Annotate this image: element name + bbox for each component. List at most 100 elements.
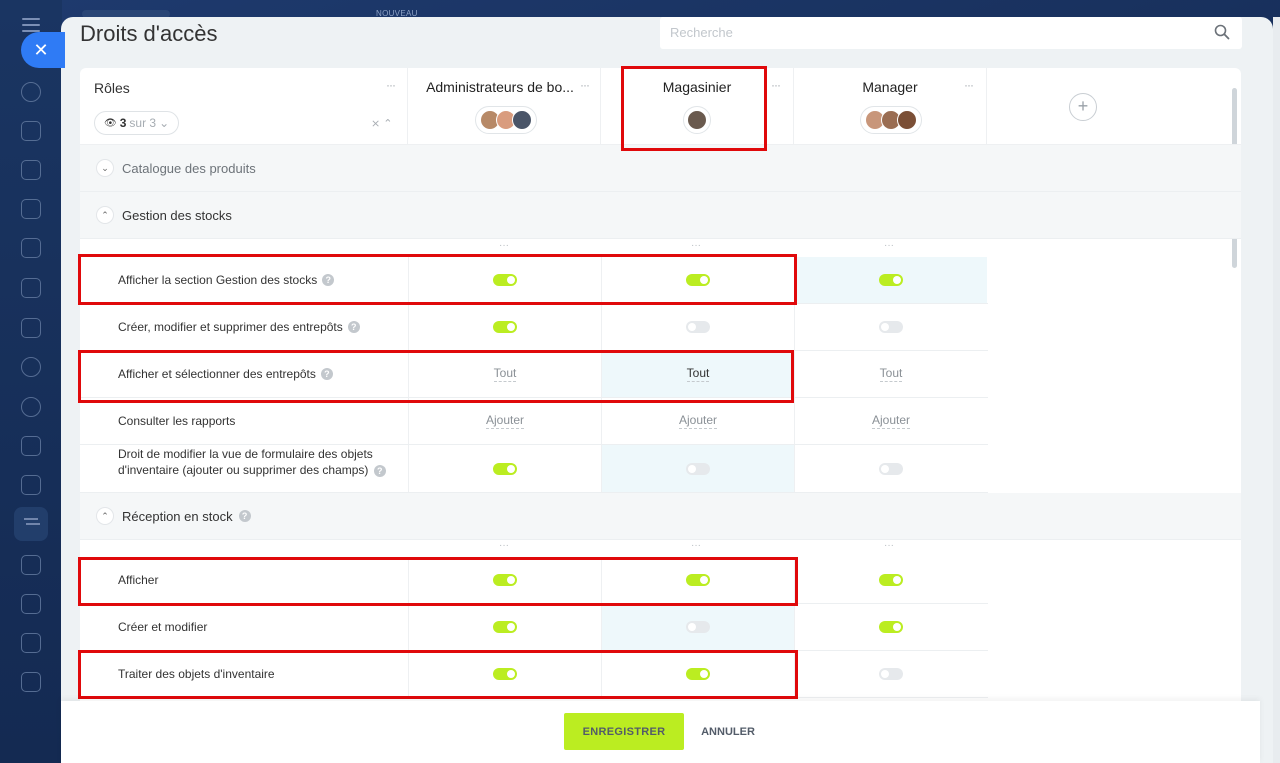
permission-cell[interactable]: [794, 445, 987, 492]
roles-menu-button[interactable]: ···: [386, 78, 396, 92]
permission-cell[interactable]: [794, 557, 987, 603]
toggle-switch[interactable]: [879, 574, 903, 586]
close-panel-button[interactable]: ✕: [21, 32, 65, 68]
roles-count-filter[interactable]: 👁 3 sur 3 ⌄: [94, 111, 180, 135]
sidebar-crm-icon[interactable]: [21, 278, 41, 298]
toggle-switch[interactable]: [879, 274, 903, 286]
permission-cell[interactable]: [794, 604, 987, 650]
chevron-down-icon[interactable]: ⌄: [96, 159, 114, 177]
expand-collapse-icon[interactable]: ⨯ ⌃: [371, 117, 393, 130]
sidebar-calendar-icon[interactable]: [21, 199, 41, 219]
highlight-box: [78, 350, 794, 403]
permission-row: Droit de modifier la vue de formulaire d…: [80, 445, 988, 493]
toggle-switch[interactable]: [686, 621, 710, 633]
highlight-box: [78, 650, 798, 699]
sidebar-chat-icon[interactable]: [21, 121, 41, 141]
search-box[interactable]: [660, 17, 1242, 49]
sidebar-check-icon[interactable]: [21, 475, 41, 495]
permission-cell[interactable]: [408, 604, 601, 650]
column-menu-button[interactable]: ···: [884, 240, 894, 251]
column-menu-button[interactable]: ···: [691, 540, 701, 551]
role-header-manager[interactable]: Manager ···: [794, 68, 987, 145]
section-stock-receipt[interactable]: ⌃ Réception en stock ?: [80, 493, 1241, 540]
help-icon[interactable]: ?: [238, 510, 251, 522]
sidebar-more-icon[interactable]: [21, 672, 41, 692]
chevron-up-icon[interactable]: ⌃: [96, 507, 114, 525]
column-menu-button[interactable]: ···: [499, 240, 509, 251]
sidebar-cart-icon[interactable]: [21, 594, 41, 614]
permission-text: Droit de modifier la vue de formulaire d…: [118, 447, 373, 477]
search-input[interactable]: [670, 17, 1190, 47]
search-icon[interactable]: [1214, 24, 1230, 40]
eye-icon: 👁: [104, 117, 117, 129]
help-icon[interactable]: ?: [347, 321, 360, 333]
toggle-switch[interactable]: [879, 668, 903, 680]
permission-cell[interactable]: [601, 304, 794, 350]
help-icon[interactable]: ?: [373, 464, 386, 477]
permission-value[interactable]: Ajouter: [678, 413, 718, 429]
toggle-switch[interactable]: [493, 621, 517, 633]
permission-cell[interactable]: Ajouter: [794, 398, 987, 444]
permission-value[interactable]: Ajouter: [485, 413, 525, 429]
sidebar-mail-icon[interactable]: [21, 318, 41, 338]
add-role-button[interactable]: +: [1069, 93, 1097, 121]
column-menus-row: ··· ··· ···: [80, 540, 988, 557]
column-menu-button[interactable]: ···: [691, 240, 701, 251]
permission-cell[interactable]: [794, 257, 987, 303]
toggle-switch[interactable]: [879, 621, 903, 633]
sidebar-board-icon[interactable]: [21, 436, 41, 456]
highlight-box: [78, 557, 798, 606]
toggle-switch[interactable]: [686, 462, 710, 475]
permission-value[interactable]: Tout: [879, 366, 903, 382]
permission-cell[interactable]: [408, 445, 601, 492]
sidebar-contacts-icon[interactable]: [21, 357, 41, 377]
toggle-switch[interactable]: [686, 321, 710, 333]
panel-edge: [1273, 17, 1280, 763]
role-menu-button[interactable]: ···: [771, 78, 781, 92]
permission-cell[interactable]: Ajouter: [601, 398, 794, 444]
permission-cell[interactable]: [794, 304, 987, 350]
section-stock-management[interactable]: ⌃ Gestion des stocks: [80, 192, 1241, 239]
highlight-box: [621, 66, 767, 151]
chevron-down-icon: ⌄: [159, 116, 170, 130]
permission-cell[interactable]: Ajouter: [408, 398, 601, 444]
close-icon: ✕: [33, 40, 49, 60]
permission-cell[interactable]: [601, 604, 794, 650]
chevron-up-icon[interactable]: ⌃: [96, 206, 114, 224]
permission-row: Créer et modifier: [80, 604, 988, 651]
column-menu-button[interactable]: ···: [884, 540, 894, 551]
toggle-switch[interactable]: [879, 321, 903, 333]
sidebar-automation-icon[interactable]: [21, 397, 41, 417]
permission-cell[interactable]: [794, 651, 987, 697]
role-header-admins[interactable]: Administrateurs de bo... ···: [408, 68, 601, 145]
role-menu-button[interactable]: ···: [964, 78, 974, 92]
sidebar-inventory-icon[interactable]: [14, 507, 48, 541]
permission-value[interactable]: Ajouter: [871, 413, 911, 429]
cancel-button[interactable]: ANNULER: [693, 713, 763, 750]
toggle-switch[interactable]: [879, 462, 903, 475]
role-menu-button[interactable]: ···: [580, 78, 590, 92]
roles-header-cell: Rôles ··· 👁 3 sur 3 ⌄ ⨯ ⌃: [80, 68, 408, 145]
sidebar-store-icon[interactable]: [21, 633, 41, 653]
avatar-group[interactable]: [475, 106, 537, 134]
permission-label: Droit de modifier la vue de formulaire d…: [118, 445, 408, 492]
roles-count-suffix: sur 3: [129, 116, 157, 130]
permission-cell[interactable]: Tout: [794, 351, 987, 397]
column-menu-button[interactable]: ···: [499, 540, 509, 551]
roles-count-value: 3: [119, 116, 127, 130]
avatar-group[interactable]: [860, 106, 922, 134]
permission-label: Créer et modifier: [118, 604, 408, 650]
sidebar-box-icon[interactable]: [21, 555, 41, 575]
toggle-switch[interactable]: [493, 462, 517, 475]
section-catalogue[interactable]: ⌄ Catalogue des produits: [80, 145, 1241, 192]
save-button[interactable]: ENREGISTRER: [564, 713, 684, 750]
page-title: Droits d'accès: [80, 21, 218, 46]
section-title: Réception en stock: [122, 508, 233, 524]
menu-icon[interactable]: [22, 18, 40, 32]
toggle-switch[interactable]: [493, 321, 517, 333]
sidebar-feed-icon[interactable]: [21, 82, 41, 102]
sidebar-docs-icon[interactable]: [21, 238, 41, 258]
permission-cell[interactable]: [601, 445, 794, 492]
permission-cell[interactable]: [408, 304, 601, 350]
sidebar-tasks-icon[interactable]: [21, 160, 41, 180]
